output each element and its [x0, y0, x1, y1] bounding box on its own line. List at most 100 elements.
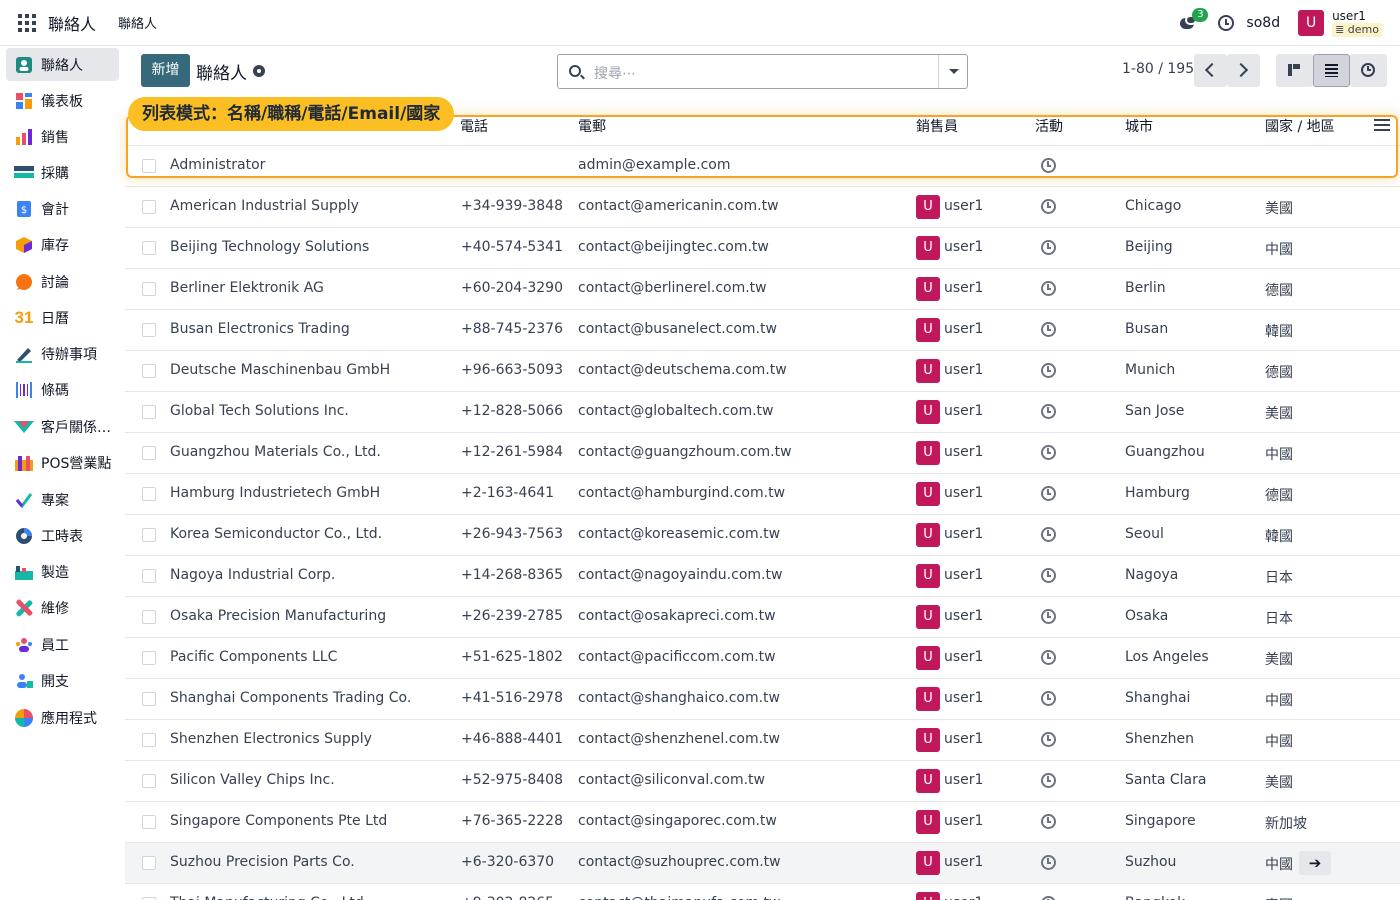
- user-avatar[interactable]: U: [1298, 10, 1325, 36]
- sidebar-item-expenses[interactable]: 開支: [6, 664, 119, 697]
- table-row[interactable]: Hamburg Industrietech GmbH +2-163-4641 con…: [125, 474, 1400, 515]
- sidebar-item-purchase[interactable]: 採購: [6, 156, 119, 189]
- pager-previous-button[interactable]: [1194, 54, 1227, 87]
- sidebar-item-calendar[interactable]: 31 日曆: [6, 301, 119, 334]
- salesperson-avatar[interactable]: U: [916, 564, 940, 588]
- salesperson-avatar[interactable]: U: [916, 769, 940, 793]
- row-checkbox[interactable]: [142, 815, 156, 829]
- sidebar-item-employees[interactable]: 員工: [6, 628, 119, 661]
- sidebar-item-manufacturing[interactable]: 製造: [6, 555, 119, 588]
- sidebar-item-pos[interactable]: POS營業點: [6, 446, 119, 479]
- sidebar-item-inventory[interactable]: 庫存: [6, 228, 119, 261]
- gear-icon[interactable]: [253, 65, 265, 77]
- row-checkbox[interactable]: [142, 856, 156, 870]
- salesperson-avatar[interactable]: U: [916, 318, 940, 342]
- table-row[interactable]: Singapore Components Pte Ltd +76-365-2228…: [125, 802, 1400, 843]
- row-checkbox[interactable]: [142, 405, 156, 419]
- salesperson-avatar[interactable]: U: [916, 359, 940, 383]
- activity-clock-icon[interactable]: [1218, 15, 1235, 31]
- table-row[interactable]: Korea Semiconductor Co., Ltd. +26-943-756…: [125, 515, 1400, 556]
- sidebar-item-sales[interactable]: 銷售: [6, 120, 119, 153]
- activity-clock-icon[interactable]: [1041, 281, 1056, 296]
- row-checkbox[interactable]: [142, 528, 156, 542]
- menu-contacts[interactable]: 聯絡人: [118, 13, 157, 32]
- row-checkbox[interactable]: [142, 733, 156, 747]
- activity-clock-icon[interactable]: [1041, 732, 1056, 747]
- activity-clock-icon[interactable]: [1041, 240, 1056, 255]
- table-row[interactable]: Thai Manufacturing Co., Ltd. +9-302-8265 c…: [125, 884, 1400, 900]
- sidebar-item-barcode[interactable]: 條碼: [6, 373, 119, 406]
- salesperson-avatar[interactable]: U: [916, 728, 940, 752]
- activity-clock-icon[interactable]: [1041, 199, 1056, 214]
- chat-icon[interactable]: 3: [1180, 8, 1209, 31]
- search-options-toggle[interactable]: [938, 55, 968, 88]
- activity-clock-icon[interactable]: [1041, 855, 1056, 870]
- row-checkbox[interactable]: [142, 569, 156, 583]
- table-row[interactable]: Busan Electronics Trading +88-745-2376 con…: [125, 310, 1400, 351]
- row-checkbox[interactable]: [142, 487, 156, 501]
- table-row[interactable]: Nagoya Industrial Corp. +14-268-8365 conta…: [125, 556, 1400, 597]
- list-view-button[interactable]: [1313, 54, 1350, 87]
- page-title[interactable]: 聯絡人: [196, 59, 247, 84]
- activity-clock-icon[interactable]: [1041, 773, 1056, 788]
- table-row[interactable]: Shanghai Components Trading Co. +41-516-2…: [125, 679, 1400, 720]
- sidebar-item-contacts[interactable]: 聯絡人: [6, 48, 119, 81]
- table-row[interactable]: American Industrial Supply +34-939-3848 co…: [125, 187, 1400, 228]
- table-row[interactable]: Guangzhou Materials Co., Ltd. +12-261-598…: [125, 433, 1400, 474]
- sidebar-item-repair[interactable]: 維修: [6, 591, 119, 624]
- new-button[interactable]: 新增: [141, 54, 190, 87]
- table-row[interactable]: Shenzhen Electronics Supply +46-888-4401 c…: [125, 720, 1400, 761]
- sidebar-item-timesheet[interactable]: 工時表: [6, 519, 119, 552]
- activity-clock-icon[interactable]: [1041, 814, 1056, 829]
- table-row[interactable]: Global Tech Solutions Inc. +12-828-5066 co…: [125, 392, 1400, 433]
- salesperson-avatar[interactable]: U: [916, 523, 940, 547]
- sidebar-item-apps[interactable]: 應用程式: [6, 701, 119, 734]
- app-brand[interactable]: 聯絡人: [48, 11, 96, 35]
- salesperson-avatar[interactable]: U: [916, 277, 940, 301]
- pager-next-button[interactable]: [1227, 54, 1260, 87]
- sidebar-item-accounting[interactable]: $ 會計: [6, 192, 119, 225]
- row-checkbox[interactable]: [142, 241, 156, 255]
- salesperson-avatar[interactable]: U: [916, 195, 940, 219]
- row-checkbox[interactable]: [142, 651, 156, 665]
- salesperson-avatar[interactable]: U: [916, 892, 940, 900]
- salesperson-avatar[interactable]: U: [916, 810, 940, 834]
- table-row[interactable]: Pacific Components LLC +51-625-1802 contac…: [125, 638, 1400, 679]
- row-checkbox[interactable]: [142, 446, 156, 460]
- row-checkbox[interactable]: [142, 610, 156, 624]
- search-input[interactable]: 搜尋⋯: [594, 63, 636, 83]
- sidebar-item-todo[interactable]: 待辦事項: [6, 337, 119, 370]
- salesperson-avatar[interactable]: U: [916, 400, 940, 424]
- activity-clock-icon[interactable]: [1041, 896, 1056, 900]
- row-checkbox[interactable]: [142, 364, 156, 378]
- salesperson-avatar[interactable]: U: [916, 482, 940, 506]
- activity-clock-icon[interactable]: [1041, 527, 1056, 542]
- search-bar[interactable]: 搜尋⋯: [557, 54, 968, 89]
- row-checkbox[interactable]: [142, 323, 156, 337]
- activity-view-button[interactable]: [1350, 54, 1387, 87]
- salesperson-avatar[interactable]: U: [916, 605, 940, 629]
- activity-clock-icon[interactable]: [1041, 568, 1056, 583]
- user-menu[interactable]: user1 ≣ demo: [1332, 9, 1382, 37]
- table-row[interactable]: Suzhou Precision Parts Co. +6-320-6370 con…: [125, 843, 1400, 884]
- sidebar-item-project[interactable]: 專案: [6, 483, 119, 516]
- table-row[interactable]: Berliner Elektronik AG +60-204-3290 contac…: [125, 269, 1400, 310]
- activity-clock-icon[interactable]: [1041, 404, 1056, 419]
- app-grid-icon[interactable]: [18, 13, 36, 32]
- sidebar-item-discuss[interactable]: 討論: [6, 265, 119, 298]
- sidebar-item-dashboard[interactable]: 儀表板: [6, 84, 119, 117]
- salesperson-avatar[interactable]: U: [916, 441, 940, 465]
- activity-clock-icon[interactable]: [1041, 322, 1056, 337]
- activity-clock-icon[interactable]: [1041, 445, 1056, 460]
- company-switcher[interactable]: so8d: [1246, 15, 1280, 31]
- salesperson-avatar[interactable]: U: [916, 687, 940, 711]
- sidebar-item-crm[interactable]: 客戶關係…: [6, 410, 119, 443]
- salesperson-avatar[interactable]: U: [916, 851, 940, 875]
- table-row[interactable]: Deutsche Maschinenbau GmbH +96-663-5093 co…: [125, 351, 1400, 392]
- pager-value[interactable]: 1-80 / 195: [1122, 61, 1194, 77]
- table-row[interactable]: Osaka Precision Manufacturing +26-239-278…: [125, 597, 1400, 638]
- table-row[interactable]: Beijing Technology Solutions +40-574-5341…: [125, 228, 1400, 269]
- activity-clock-icon[interactable]: [1041, 691, 1056, 706]
- activity-clock-icon[interactable]: [1041, 650, 1056, 665]
- salesperson-avatar[interactable]: U: [916, 646, 940, 670]
